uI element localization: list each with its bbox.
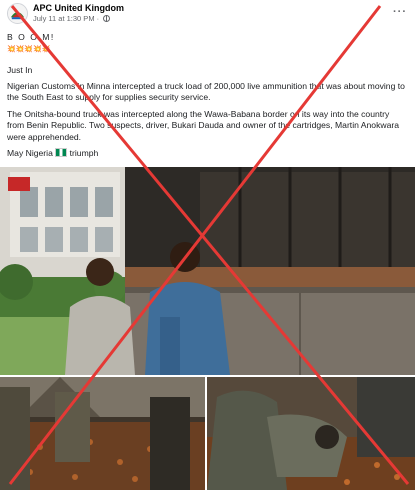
post-paragraph-2: The Onitsha-bound truck was intercepted … xyxy=(7,109,400,142)
explosion-emoji: 💥💥💥💥💥 xyxy=(7,46,51,54)
page-avatar[interactable] xyxy=(7,3,28,24)
boom-text: B O O M! xyxy=(7,32,55,42)
closing-text-end: triumph xyxy=(69,148,99,158)
post-photo-main[interactable] xyxy=(0,167,415,375)
globe-icon xyxy=(103,15,111,22)
post-timestamp[interactable]: July 11 at 1:30 PM xyxy=(33,14,95,23)
post-header: APC United Kingdom July 11 at 1:30 PM · … xyxy=(0,0,415,28)
headline-boom: B O O M! 💥💥💥💥💥 xyxy=(7,32,407,56)
meta-separator: · xyxy=(96,14,100,23)
page-name-link[interactable]: APC United Kingdom xyxy=(33,3,124,13)
nigeria-flag-icon xyxy=(55,148,68,157)
post-paragraph-1: Nigerian Customs in Minna intercepted a … xyxy=(7,81,405,103)
post-paragraph-3: May Nigeria triumph xyxy=(7,148,407,159)
post-photo-bottom-left[interactable] xyxy=(0,377,205,490)
just-in-label: Just In xyxy=(7,65,33,75)
post-meta: July 11 at 1:30 PM · xyxy=(33,14,111,23)
post-photo-bottom-right[interactable] xyxy=(207,377,415,490)
closing-text: May Nigeria xyxy=(7,148,53,158)
ellipsis-icon[interactable]: ··· xyxy=(393,6,407,18)
